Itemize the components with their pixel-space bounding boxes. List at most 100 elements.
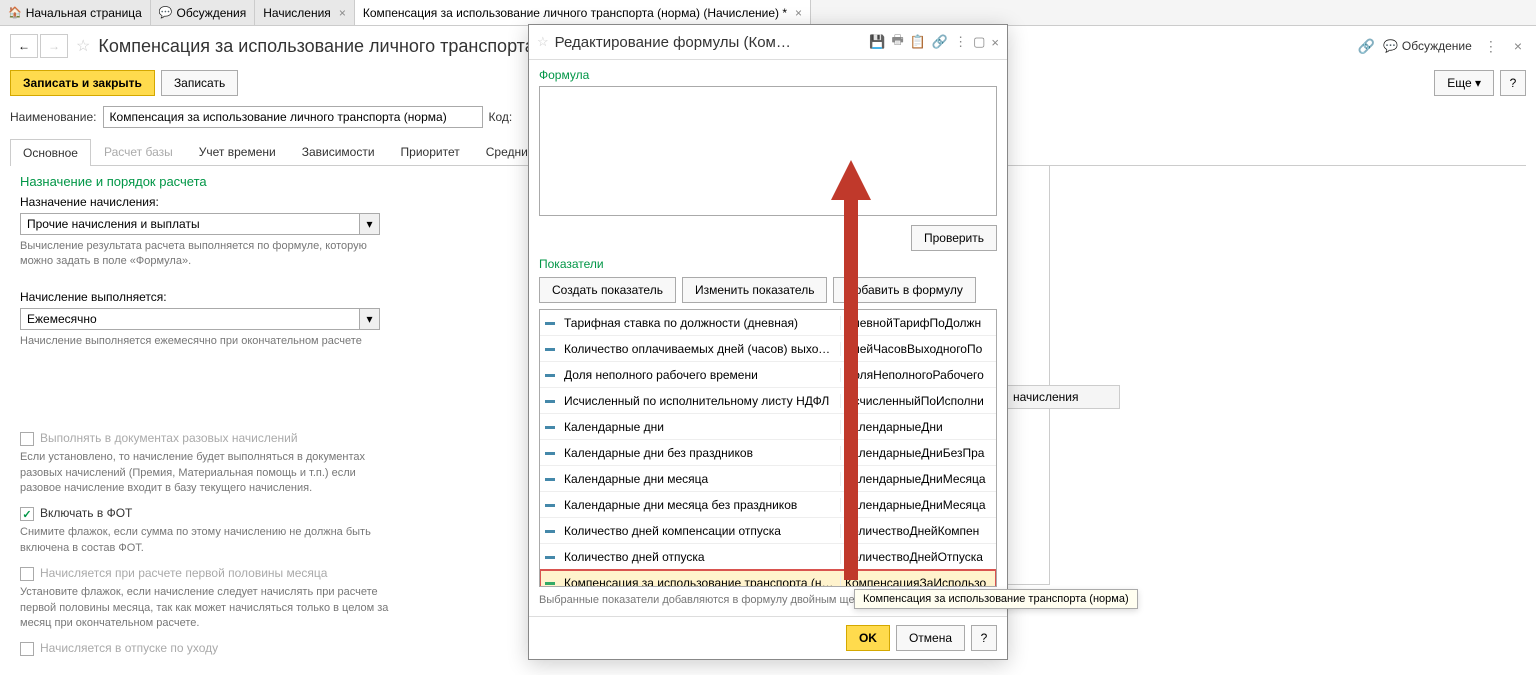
cb2-help: Снимите флажок, если сумма по этому начи…: [20, 525, 390, 556]
purpose-select[interactable]: [20, 213, 360, 235]
checkbox-halfmonth: [20, 567, 34, 581]
indicator-row[interactable]: ▬Календарные дни месяцаКалендарныеДниМес…: [540, 466, 996, 492]
forward-button[interactable]: →: [40, 34, 68, 58]
indicator-code: ДнейЧасовВыходногоПо: [841, 342, 996, 356]
checkbox-oneoff-label: Выполнять в документах разовых начислени…: [40, 431, 298, 445]
chevron-down-icon: ▾: [1475, 76, 1481, 90]
chat-icon: 💬: [159, 6, 173, 19]
star-icon[interactable]: ☆: [537, 34, 549, 50]
tab-label: Начальная страница: [26, 6, 142, 20]
indicator-code: КоличествоДнейКомпен: [841, 524, 996, 538]
purpose-help: Вычисление результата расчета выполняетс…: [20, 239, 390, 270]
more-icon[interactable]: ⋮: [954, 34, 967, 50]
tooltip: Компенсация за использование транспорта …: [854, 589, 1138, 609]
indicator-name: Количество дней компенсации отпуска: [560, 524, 841, 538]
indicator-name: Количество оплачиваемых дней (часов) вых…: [560, 342, 841, 356]
indicator-name: Количество дней отпуска: [560, 550, 841, 564]
checkbox-halfmonth-label: Начисляется при расчете первой половины …: [40, 566, 327, 580]
close-icon[interactable]: ×: [795, 6, 802, 20]
background-col-header: начисления: [1006, 385, 1120, 409]
more-button[interactable]: Еще ▾: [1434, 70, 1494, 96]
dropdown-button[interactable]: ▾: [360, 308, 380, 330]
subtab-time[interactable]: Учет времени: [186, 138, 289, 165]
check-button[interactable]: Проверить: [911, 225, 997, 251]
discuss-link[interactable]: 💬 Обсуждение: [1383, 39, 1472, 53]
subtab-priority[interactable]: Приоритет: [388, 138, 473, 165]
indicator-row[interactable]: ▬Количество дней отпускаКоличествоДнейОт…: [540, 544, 996, 570]
indicators-list[interactable]: ▬Тарифная ставка по должности (дневная)Д…: [539, 309, 997, 587]
clipboard-icon[interactable]: 📋: [910, 34, 926, 50]
help-button[interactable]: ?: [971, 625, 997, 651]
indicator-row[interactable]: ▬Доля неполного рабочего времениДоляНепо…: [540, 362, 996, 388]
top-tabs: 🏠 Начальная страница 💬 Обсуждения Начисл…: [0, 0, 1536, 26]
indicator-row[interactable]: ▬Тарифная ставка по должности (дневная)Д…: [540, 310, 996, 336]
star-icon[interactable]: ☆: [76, 36, 90, 56]
cb3-help: Установите флажок, если начисление следу…: [20, 585, 390, 631]
save-button[interactable]: Записать: [161, 70, 238, 96]
indicator-code: ИсчисленныйПоИсполни: [841, 394, 996, 408]
checkbox-oneoff: [20, 432, 34, 446]
close-icon[interactable]: ×: [339, 6, 346, 20]
checkbox-fot[interactable]: [20, 507, 34, 521]
indicator-row[interactable]: ▬Календарные дни месяца без праздниковКа…: [540, 492, 996, 518]
ok-button[interactable]: OK: [846, 625, 890, 651]
tab-home[interactable]: 🏠 Начальная страница: [0, 0, 151, 25]
indicators-label: Показатели: [539, 257, 997, 271]
name-label: Наименование:: [10, 110, 97, 124]
indicator-row[interactable]: ▬Исчисленный по исполнительному листу НД…: [540, 388, 996, 414]
subtab-base: Расчет базы: [91, 138, 186, 165]
close-icon[interactable]: ×: [1510, 38, 1526, 54]
tab-discussions[interactable]: 💬 Обсуждения: [151, 0, 255, 25]
print-icon[interactable]: 🖶: [891, 31, 903, 53]
indicator-name: Доля неполного рабочего времени: [560, 368, 841, 382]
help-button[interactable]: ?: [1500, 70, 1526, 96]
close-icon[interactable]: ×: [991, 35, 999, 50]
indicator-row[interactable]: ▬Календарные дни без праздниковКалендарн…: [540, 440, 996, 466]
cancel-button[interactable]: Отмена: [896, 625, 965, 651]
edit-indicator-button[interactable]: Изменить показатель: [682, 277, 828, 303]
subtab-main[interactable]: Основное: [10, 139, 91, 166]
name-input[interactable]: [103, 106, 483, 128]
add-to-formula-button[interactable]: Добавить в формулу: [833, 277, 975, 303]
indicator-name: Календарные дни: [560, 420, 841, 434]
more-icon[interactable]: ⋮: [1480, 38, 1502, 55]
save-icon[interactable]: 💾: [869, 34, 885, 50]
indicator-row[interactable]: ▬Количество оплачиваемых дней (часов) вы…: [540, 336, 996, 362]
link-icon[interactable]: 🔗: [1358, 38, 1375, 55]
indicator-code: КалендарныеДниМесяца: [841, 498, 996, 512]
indicator-code: ДневнойТарифПоДолжн: [841, 316, 996, 330]
indicator-icon: ▬: [540, 421, 560, 432]
indicator-row[interactable]: ▬Календарные дниКалендарныеДни: [540, 414, 996, 440]
cb1-help: Если установлено, то начисление будет вы…: [20, 450, 390, 496]
indicator-icon: ▬: [540, 317, 560, 328]
indicator-code: ДоляНеполногоРабочего: [841, 368, 996, 382]
indicator-code: КалендарныеДни: [841, 420, 996, 434]
indicator-name: Исчисленный по исполнительному листу НДФ…: [560, 394, 841, 408]
dropdown-button[interactable]: ▾: [360, 213, 380, 235]
indicator-code: КоличествоДнейОтпуска: [841, 550, 996, 564]
tab-compensation[interactable]: Компенсация за использование личного тра…: [355, 0, 811, 25]
indicator-icon: ▬: [540, 343, 560, 354]
checkbox-leave: [20, 642, 34, 656]
indicator-row[interactable]: ▬Количество дней компенсации отпускаКоли…: [540, 518, 996, 544]
window-icon[interactable]: ▢: [973, 34, 985, 50]
indicator-icon: ▬: [540, 499, 560, 510]
link-icon[interactable]: 🔗: [932, 34, 948, 50]
subtab-deps[interactable]: Зависимости: [289, 138, 388, 165]
exec-help: Начисление выполняется ежемесячно при ок…: [20, 334, 390, 349]
back-button[interactable]: ←: [10, 34, 38, 58]
indicator-code: КомпенсацияЗаИспользо: [841, 576, 996, 588]
indicator-icon: ▬: [540, 447, 560, 458]
create-indicator-button[interactable]: Создать показатель: [539, 277, 676, 303]
chevron-down-icon: ▾: [366, 217, 372, 231]
indicator-row[interactable]: ▬Компенсация за использование транспорта…: [540, 570, 996, 587]
formula-label: Формула: [539, 68, 997, 82]
home-icon: 🏠: [8, 6, 22, 19]
indicator-icon: ▬: [540, 395, 560, 406]
formula-input[interactable]: [539, 86, 997, 216]
chat-icon: 💬: [1383, 39, 1398, 53]
tab-accruals[interactable]: Начисления ×: [255, 0, 355, 25]
exec-select[interactable]: [20, 308, 360, 330]
save-close-button[interactable]: Записать и закрыть: [10, 70, 155, 96]
code-label: Код:: [489, 110, 513, 124]
